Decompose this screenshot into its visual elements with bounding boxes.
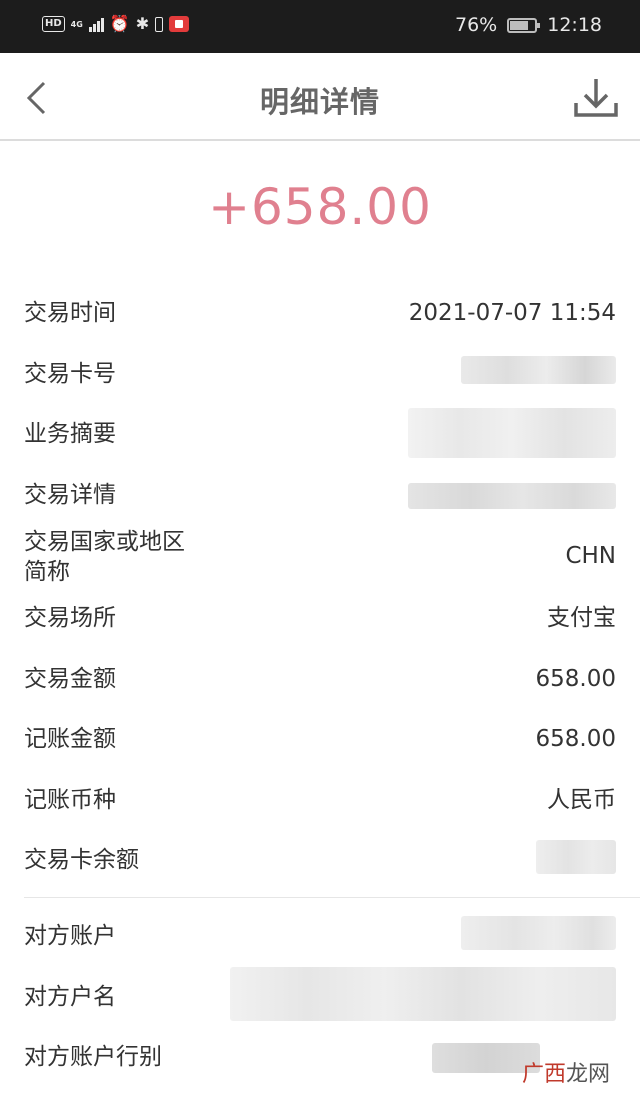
detail-label: 交易详情 [24, 482, 116, 508]
header: 明细详情 [0, 53, 640, 141]
redacted-value [461, 916, 616, 950]
redacted-value [461, 356, 616, 384]
bluetooth-icon: ✱ [135, 14, 150, 33]
detail-label: 交易国家或地区 [24, 529, 185, 555]
detail-value: CHN [565, 543, 616, 569]
redacted-value [536, 840, 616, 874]
detail-label: 交易卡号 [24, 361, 116, 387]
download-icon [574, 79, 618, 117]
status-right: 76% 12:18 [455, 14, 602, 36]
transaction-amount: +658.00 [208, 178, 432, 236]
detail-label: 交易卡余额 [24, 847, 139, 873]
screen-record-icon [169, 16, 190, 32]
detail-label: 交易时间 [24, 300, 116, 326]
detail-value: 658.00 [535, 666, 616, 692]
signal-icon [88, 16, 104, 32]
watermark-part2: 龙网 [565, 1062, 610, 1087]
watermark-part1: 广西 [521, 1062, 566, 1087]
page-title: 明细详情 [259, 85, 380, 119]
detail-value: 人民币 [547, 787, 616, 813]
detail-label: 记账金额 [24, 726, 116, 752]
detail-label: 对方账户 [24, 923, 116, 949]
redacted-value [230, 967, 616, 1021]
detail-value: 支付宝 [547, 605, 616, 631]
detail-label: 对方户名 [24, 984, 116, 1010]
battery-percent: 76% [455, 14, 498, 36]
hd-indicator: HD [42, 16, 65, 32]
network-type: 4G [70, 19, 83, 29]
status-left-icons: HD 4G ⏰ ✱ [42, 14, 190, 34]
detail-value: 658.00 [535, 726, 616, 752]
section-divider [24, 897, 640, 898]
detail-label: 业务摘要 [24, 421, 116, 447]
detail-value: 2021-07-07 11:54 [408, 300, 616, 326]
redacted-value [408, 408, 616, 458]
clock: 12:18 [547, 14, 602, 36]
status-bar: HD 4G ⏰ ✱ 76% 12:18 [0, 0, 640, 53]
battery-fill [510, 20, 529, 30]
detail-label: 对方账户行别 [24, 1044, 162, 1070]
watermark-logo: 广西龙网 [522, 1056, 610, 1088]
detail-label: 记账币种 [24, 787, 116, 813]
detail-label: 交易金额 [24, 666, 116, 692]
redacted-value [408, 483, 616, 509]
battery-icon [507, 17, 541, 33]
detail-label-line2: 简称 [24, 559, 70, 585]
phone-battery-icon [155, 16, 164, 32]
alarm-icon: ⏰ [109, 14, 130, 33]
detail-label: 交易场所 [24, 605, 116, 631]
download-button[interactable] [572, 73, 620, 121]
